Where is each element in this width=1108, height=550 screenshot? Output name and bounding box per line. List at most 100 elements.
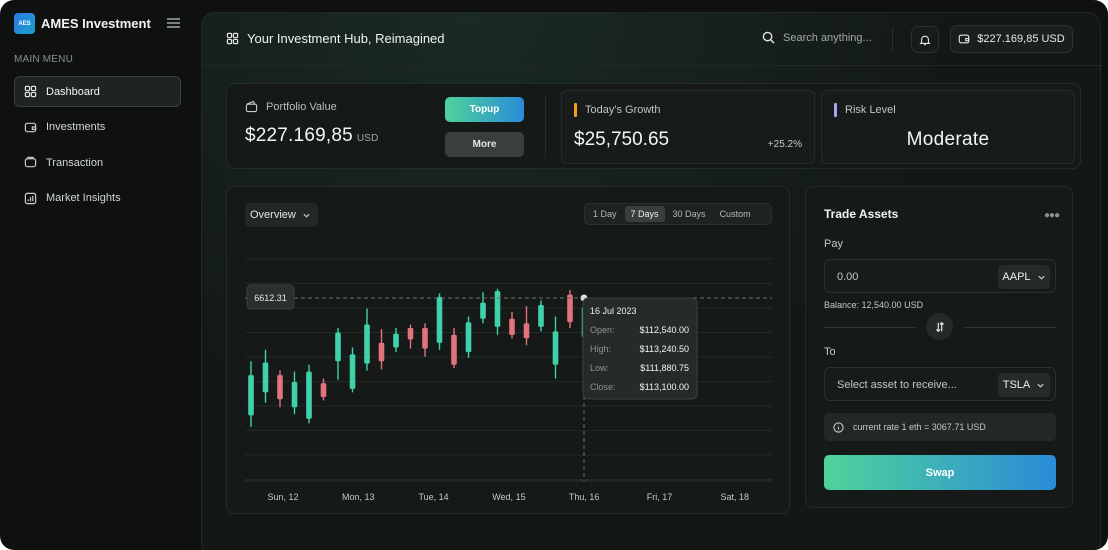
app-name: AMES Investment (41, 16, 151, 31)
search-icon (762, 31, 775, 44)
tooltip-row-value: $113,240.50 (640, 344, 689, 354)
candle-body (306, 371, 312, 419)
tooltip-row-label: Low: (590, 363, 609, 373)
main-panel: Your Investment Hub, Reimagined Search a… (201, 12, 1102, 550)
candlestick-chart[interactable]: Sun, 12 Mon, 13 Tue, 14 Wed, 15 Thu, 16 Fri, … (227, 187, 791, 515)
candle-body (480, 302, 486, 319)
balance-button[interactable]: $227.169,85 USD (950, 25, 1073, 53)
stats-divider (545, 96, 546, 158)
portfolio-amount: $227.169,85 (245, 125, 353, 146)
growth-card: Today's Growth $25,750.65 +25.2% (561, 90, 815, 164)
candle-body (320, 383, 327, 397)
tab-7-days[interactable]: 7 Days (624, 206, 665, 222)
pay-asset-label: AAPL (1002, 271, 1031, 283)
bar-chart-icon (24, 192, 37, 204)
candle-body (451, 334, 457, 365)
wallet-icon (958, 34, 970, 44)
growth-percent: +25.2% (767, 139, 802, 150)
portfolio-currency: USD (356, 133, 379, 144)
pay-field[interactable]: 0.00 AAPL (824, 259, 1056, 293)
bell-icon (919, 35, 931, 45)
chevron-down-icon (1037, 275, 1045, 280)
candle-body (364, 324, 370, 364)
stats-panel: Portfolio Value $227.169,85 USD Topup Mor… (226, 83, 1081, 169)
layers-icon (24, 156, 37, 168)
tab-30-days[interactable]: 30 Days (667, 206, 712, 222)
wallet-icon (245, 100, 258, 113)
page-title-text: Your Investment Hub, Reimagined (247, 31, 445, 46)
x-axis-label: Thu, 16 (569, 492, 600, 502)
tooltip-row-value: $112,540.00 (640, 325, 689, 335)
more-button[interactable]: More (445, 132, 524, 157)
swap-direction-button[interactable] (926, 313, 953, 340)
sidebar: AES AMES Investment MAIN MENU Dashboard … (0, 0, 196, 550)
candle-body (335, 332, 341, 362)
portfolio-value: $227.169,85 USD (245, 125, 379, 147)
tab-custom[interactable]: Custom (714, 206, 757, 222)
menu-toggle-icon[interactable] (167, 18, 180, 28)
x-axis-label: Fri, 17 (647, 492, 673, 502)
tooltip-row-label: High: (590, 344, 611, 354)
sidebar-item-investments[interactable]: Investments (14, 112, 181, 143)
tab-1-day[interactable]: 1 Day (587, 206, 623, 222)
pay-label: Pay (824, 238, 843, 250)
x-axis-label: Mon, 13 (342, 492, 375, 502)
swap-button[interactable]: Swap (824, 455, 1056, 490)
x-axis-label: Tue, 14 (419, 492, 449, 502)
candle-body (436, 296, 443, 343)
receive-field[interactable]: Select asset to receive... TSLA (824, 367, 1056, 401)
pay-asset-select[interactable]: AAPL (998, 265, 1050, 289)
sidebar-item-market-insights[interactable]: Market Insights (14, 183, 181, 214)
receive-asset-select[interactable]: TSLA (998, 373, 1050, 397)
receive-asset-label: TSLA (1002, 379, 1031, 391)
receive-placeholder[interactable]: Select asset to receive... (837, 379, 957, 391)
pay-amount-input[interactable]: 0.00 (837, 271, 858, 283)
tooltip-row-value: $113,100.00 (640, 382, 689, 392)
swap-arrows-icon (935, 321, 944, 332)
main-menu-label: MAIN MENU (14, 54, 74, 65)
app-window: AES AMES Investment MAIN MENU Dashboard … (0, 0, 1108, 550)
balance-text: $227.169,85 USD (977, 33, 1065, 45)
rate-text: current rate 1 eth = 3067.71 USD (853, 422, 986, 432)
rate-info: current rate 1 eth = 3067.71 USD (824, 413, 1056, 441)
portfolio-label-text: Portfolio Value (266, 100, 337, 113)
candle-body (393, 333, 399, 348)
topup-button[interactable]: Topup (445, 97, 524, 122)
info-icon (833, 421, 844, 433)
chevron-down-icon (1037, 383, 1044, 388)
sidebar-item-label: Market Insights (46, 192, 121, 204)
candle-body (552, 331, 559, 365)
candle-body (291, 382, 298, 408)
crosshair-value: 6612.31 (254, 293, 287, 303)
x-axis-label: Wed, 15 (492, 492, 525, 502)
swap-divider-left (824, 327, 916, 328)
more-options-icon[interactable]: ●●● (1044, 210, 1060, 221)
growth-label-text: Today's Growth (585, 104, 661, 116)
overview-select[interactable]: Overview (245, 203, 318, 227)
trade-title: Trade Assets (824, 207, 899, 221)
search-input[interactable]: Search anything... (762, 31, 872, 44)
sidebar-item-label: Dashboard (46, 85, 100, 98)
notifications-button[interactable] (911, 26, 939, 53)
x-axis-label: Sun, 12 (267, 492, 298, 502)
tooltip-date: 16 Jul 2023 (590, 306, 637, 316)
balance-text: Balance: 12,540.00 USD (824, 300, 924, 310)
sidebar-item-transaction[interactable]: Transaction (14, 147, 181, 178)
sidebar-item-label: Investments (46, 121, 106, 133)
candle-body (248, 375, 254, 416)
risk-value: Moderate (906, 129, 990, 150)
logo-icon: AES (14, 13, 35, 34)
sidebar-item-dashboard[interactable]: Dashboard (14, 76, 181, 107)
grid-icon (24, 85, 37, 98)
candle-body (538, 304, 544, 327)
sidebar-item-label: Transaction (46, 156, 104, 169)
candle-body (349, 354, 356, 389)
search-placeholder: Search anything... (783, 31, 872, 44)
candle-body (494, 291, 501, 327)
tooltip-row-label: Close: (590, 382, 616, 392)
swap-divider-right (964, 327, 1056, 328)
header-divider (892, 27, 893, 51)
tooltip-row-value: $111,880.75 (640, 363, 689, 373)
top-bar: Your Investment Hub, Reimagined Search a… (202, 13, 1102, 66)
brand[interactable]: AES AMES Investment (14, 13, 151, 34)
